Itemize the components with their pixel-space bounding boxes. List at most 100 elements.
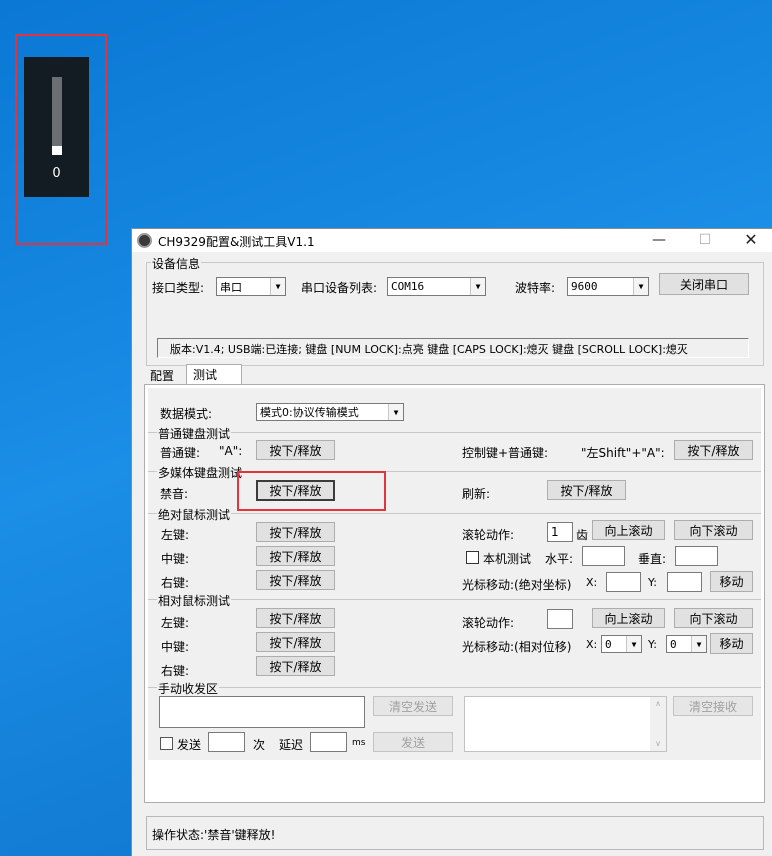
scroll-up-icon[interactable]: ∧ — [650, 697, 666, 711]
rel-y-label: Y: — [648, 638, 657, 651]
rel-x-value: 0 — [605, 637, 612, 651]
mute-label: 禁音: — [160, 487, 189, 501]
tab-config[interactable]: 配置 — [144, 366, 180, 386]
abs-wheel-value: 1 — [551, 525, 559, 539]
combo-key-value: "左Shift"+"A": — [581, 446, 665, 460]
serial-device-value: COM16 — [391, 280, 425, 293]
send-textarea[interactable] — [159, 696, 365, 728]
mute-highlight-frame — [237, 471, 386, 511]
abs-right-label: 右键: — [161, 576, 190, 590]
version-status-text: 版本:V1.4; USB端:已连接; 键盘 [NUM LOCK]:点亮 键盘 [… — [170, 343, 688, 356]
rel-middle-button[interactable]: 按下/释放 — [256, 632, 335, 652]
normal-key-press-button[interactable]: 按下/释放 — [256, 440, 335, 460]
abs-right-button[interactable]: 按下/释放 — [256, 570, 335, 590]
chevron-down-icon: ▼ — [626, 636, 641, 652]
normal-kb-label: 普通键盘测试 — [157, 425, 232, 442]
chevron-down-icon: ▼ — [388, 404, 403, 420]
data-mode-label: 数据模式: — [160, 407, 213, 421]
normal-key-label: 普通键: — [160, 446, 201, 460]
local-test-checkbox[interactable] — [466, 551, 479, 564]
rel-middle-label: 中键: — [161, 640, 190, 654]
abs-y-input[interactable] — [667, 572, 702, 592]
version-status-box: 版本:V1.4; USB端:已连接; 键盘 [NUM LOCK]:点亮 键盘 [… — [157, 338, 749, 358]
minimize-button[interactable]: — — [636, 229, 682, 251]
abs-scroll-up-button[interactable]: 向上滚动 — [592, 520, 665, 540]
interface-type-label: 接口类型: — [152, 281, 205, 295]
combo-key-label: 控制键+普通键: — [462, 446, 549, 460]
baud-value: 9600 — [571, 280, 598, 293]
abs-left-label: 左键: — [161, 528, 190, 542]
times-label: 次 — [253, 738, 266, 752]
serial-device-select[interactable]: COM16 ▼ — [387, 277, 486, 296]
tab-test[interactable]: 测试 — [186, 364, 242, 386]
abs-move-button[interactable]: 移动 — [710, 571, 753, 592]
send-button[interactable]: 发送 — [373, 732, 453, 752]
rel-move-button[interactable]: 移动 — [710, 633, 753, 654]
rel-wheel-input[interactable] — [547, 609, 573, 629]
window-title: CH9329配置&测试工具V1.1 — [158, 235, 315, 249]
manual-label: 手动收发区 — [157, 680, 220, 697]
abs-cursor-label: 光标移动:(绝对坐标) — [462, 578, 572, 592]
delay-label: 延迟 — [279, 738, 304, 752]
rel-scroll-up-button[interactable]: 向上滚动 — [592, 608, 665, 628]
baud-label: 波特率: — [515, 281, 556, 295]
clear-send-button[interactable]: 清空发送 — [373, 696, 453, 716]
vertical-input[interactable] — [675, 546, 718, 566]
abs-x-input[interactable] — [606, 572, 641, 592]
status-text: 操作状态:'禁音'键释放! — [152, 828, 276, 842]
abs-left-button[interactable]: 按下/释放 — [256, 522, 335, 542]
refresh-press-button[interactable]: 按下/释放 — [547, 480, 626, 500]
delay-input[interactable] — [310, 732, 347, 752]
rel-mouse-label: 相对鼠标测试 — [157, 592, 232, 609]
horizontal-input[interactable] — [582, 546, 625, 566]
rel-wheel-label: 滚轮动作: — [462, 616, 515, 630]
ms-label: ms — [352, 738, 366, 748]
rel-y-select[interactable]: 0 ▼ — [666, 635, 707, 653]
rel-left-label: 左键: — [161, 616, 190, 630]
send-count-input[interactable] — [208, 732, 245, 752]
media-kb-label: 多媒体键盘测试 — [157, 464, 244, 481]
data-mode-value: 模式0:协议传输模式 — [260, 406, 359, 419]
volume-value: 0 — [52, 166, 61, 181]
refresh-label: 刷新: — [462, 487, 491, 501]
combo-key-press-button[interactable]: 按下/释放 — [674, 440, 753, 460]
chevron-down-icon: ▼ — [691, 636, 706, 652]
send-repeat-checkbox[interactable] — [160, 737, 173, 750]
interface-type-value: 串口 — [220, 280, 242, 294]
volume-level-fill — [52, 146, 62, 155]
close-port-button[interactable]: 关闭串口 — [659, 273, 749, 295]
abs-middle-button[interactable]: 按下/释放 — [256, 546, 335, 566]
rel-right-button[interactable]: 按下/释放 — [256, 656, 335, 676]
serial-list-label: 串口设备列表: — [301, 281, 378, 295]
abs-scroll-down-button[interactable]: 向下滚动 — [674, 520, 753, 540]
abs-wheel-unit: 齿 — [576, 528, 589, 542]
scroll-down-icon[interactable]: ∨ — [650, 737, 666, 751]
baud-select[interactable]: 9600 ▼ — [567, 277, 649, 296]
device-info-label: 设备信息 — [151, 255, 202, 272]
interface-type-select[interactable]: 串口 ▼ — [216, 277, 286, 296]
close-button[interactable]: ✕ — [728, 229, 772, 251]
abs-mouse-label: 绝对鼠标测试 — [157, 506, 232, 523]
local-test-label: 本机测试 — [483, 552, 532, 566]
rel-left-button[interactable]: 按下/释放 — [256, 608, 335, 628]
vertical-label: 垂直: — [638, 552, 667, 566]
chevron-down-icon: ▼ — [270, 278, 285, 295]
abs-y-label: Y: — [648, 576, 657, 589]
rel-cursor-label: 光标移动:(相对位移) — [462, 640, 572, 654]
chevron-down-icon: ▼ — [470, 278, 485, 295]
rel-x-select[interactable]: 0 ▼ — [601, 635, 642, 653]
abs-wheel-input[interactable]: 1 — [547, 522, 573, 542]
rel-x-label: X: — [586, 638, 598, 651]
rel-right-label: 右键: — [161, 664, 190, 678]
clear-receive-button[interactable]: 清空接收 — [673, 696, 753, 716]
receive-textarea[interactable]: ∧ ∨ — [464, 696, 667, 752]
receive-scrollbar[interactable]: ∧ ∨ — [650, 697, 666, 751]
status-bar: 操作状态:'禁音'键释放! — [146, 816, 764, 850]
rel-y-value: 0 — [670, 637, 677, 651]
abs-x-label: X: — [586, 576, 598, 589]
rel-scroll-down-button[interactable]: 向下滚动 — [674, 608, 753, 628]
data-mode-select[interactable]: 模式0:协议传输模式 ▼ — [256, 403, 404, 421]
chevron-down-icon: ▼ — [633, 278, 648, 295]
normal-key-value: "A": — [219, 444, 243, 458]
maximize-button[interactable]: ☐ — [682, 229, 728, 251]
